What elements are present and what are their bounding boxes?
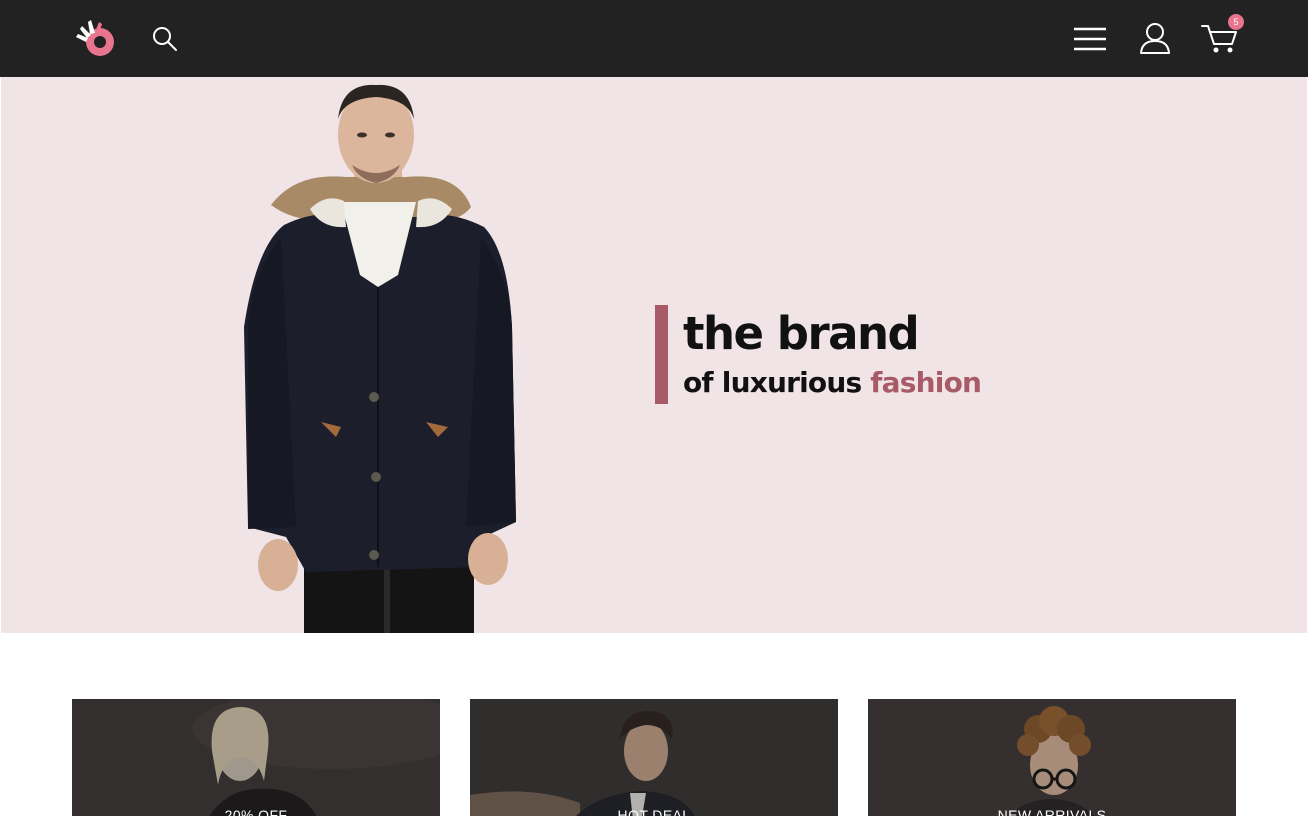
header-bar: 5 (0, 0, 1308, 77)
promo-label: NEW ARRIVALS (997, 807, 1107, 816)
cart-count-badge: 5 (1228, 14, 1244, 30)
promo-card-hot-deal[interactable]: HOT DEAL (470, 699, 838, 816)
shopping-cart-icon[interactable]: 5 (1200, 14, 1246, 56)
promo-image-woman (72, 699, 440, 816)
hero-subtitle: of luxurious fashion (683, 366, 982, 399)
hero-banner: the brand of luxurious fashion (1, 77, 1307, 633)
accent-bar (655, 305, 668, 404)
promo-card-discount[interactable]: 20% OFF (72, 699, 440, 816)
hero-subtitle-accent: fashion (870, 366, 982, 399)
user-account-icon[interactable] (1138, 21, 1172, 55)
hero-title: the brand (683, 307, 920, 360)
promo-image-man (470, 699, 838, 816)
page: 5 the brand of luxurious fashion 20% OFF… (0, 0, 1308, 816)
hamburger-menu-icon[interactable] (1072, 24, 1108, 54)
hero-model-image (226, 77, 536, 633)
promo-label: 20% OFF (224, 807, 288, 816)
logo-icon[interactable] (72, 16, 120, 60)
search-icon[interactable] (150, 24, 180, 54)
promo-image-boy (868, 699, 1236, 816)
promo-card-new-arrivals[interactable]: NEW ARRIVALS (868, 699, 1236, 816)
hero-subtitle-lead: of luxurious (683, 366, 862, 399)
promo-label: HOT DEAL (617, 807, 691, 816)
